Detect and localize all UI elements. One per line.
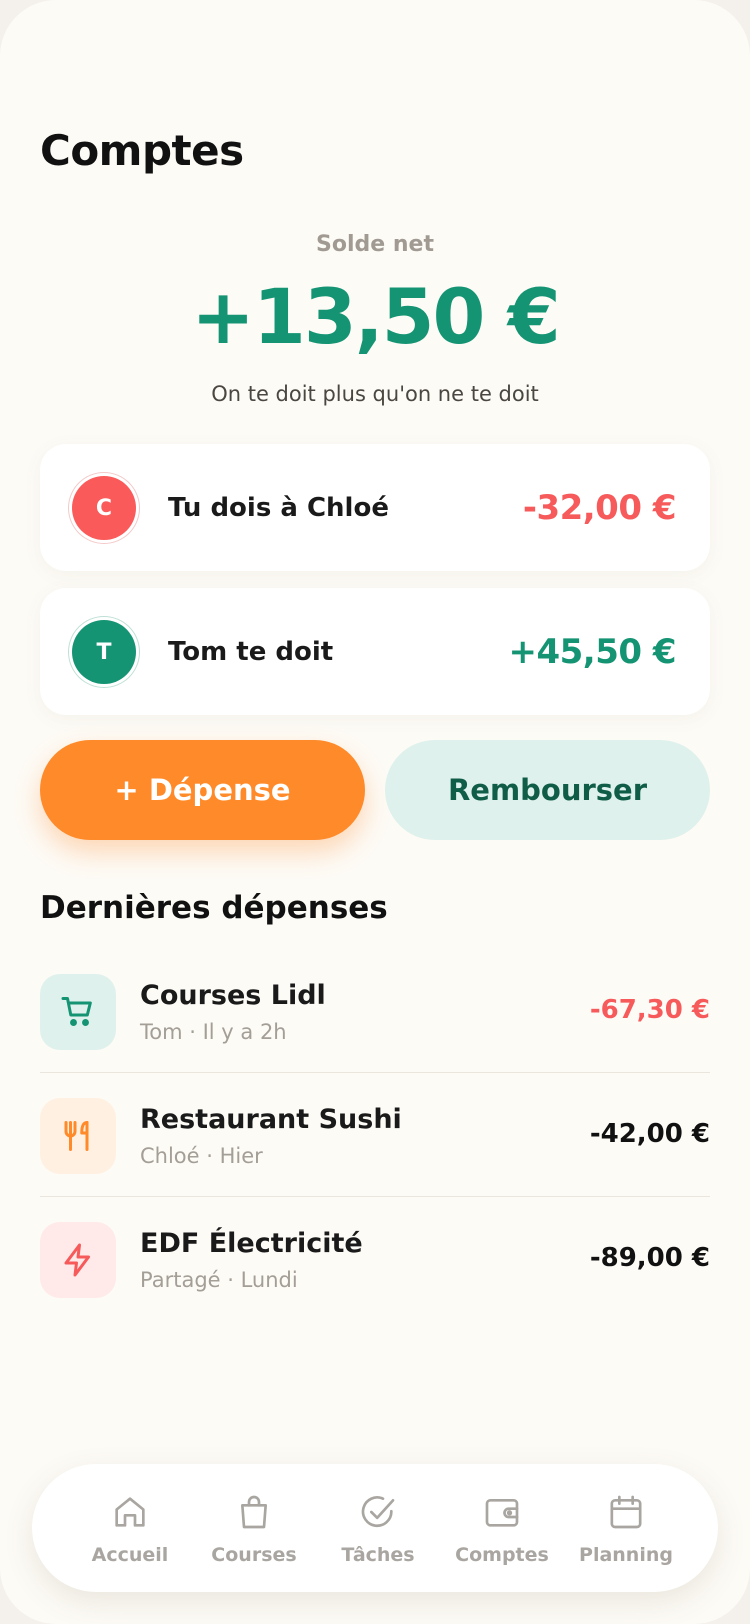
fork-knife-icon [40, 1098, 116, 1174]
bolt-icon [40, 1222, 116, 1298]
expense-amount: -42,00 € [589, 1119, 710, 1149]
recent-expenses-title: Dernières dépenses [40, 890, 388, 926]
cart-icon [40, 974, 116, 1050]
expense-amount: -67,30 € [589, 995, 710, 1025]
expense-meta: Tom · Il y a 2h [140, 1020, 287, 1044]
expense-meta: Partagé · Lundi [140, 1268, 298, 1292]
balance-amount: +13,50 € [191, 272, 560, 361]
tab-label: Courses [211, 1544, 297, 1566]
avatar: T [72, 620, 136, 684]
debt-card-tom[interactable]: T Tom te doit +45,50 € [40, 588, 710, 715]
tab-comptes[interactable]: Comptes [440, 1464, 564, 1592]
add-expense-button[interactable]: + Dépense [40, 740, 365, 840]
debt-card-chloe[interactable]: C Tu dois à Chloé -32,00 € [40, 444, 710, 571]
tab-accueil[interactable]: Accueil [68, 1464, 192, 1592]
tab-label: Comptes [455, 1544, 549, 1566]
shopping-bag-icon [241, 1495, 267, 1529]
expense-name: Courses Lidl [140, 980, 326, 1011]
tab-label: Accueil [91, 1544, 169, 1566]
home-icon [115, 1497, 145, 1527]
tab-label: Planning [579, 1544, 673, 1566]
bottom-tab-bar: Accueil Courses Tâches Comptes Planning [32, 1464, 718, 1592]
tab-taches[interactable]: Tâches [316, 1464, 440, 1592]
check-circle-icon [361, 1496, 395, 1528]
tab-label: Tâches [341, 1544, 415, 1566]
balance-label: Solde net [316, 232, 434, 257]
calendar-icon [610, 1495, 642, 1529]
debt-amount: +45,50 € [508, 631, 676, 672]
avatar: C [72, 476, 136, 540]
comptes-screen: Comptes Solde net +13,50 € On te doit pl… [0, 0, 750, 1624]
balance-caption: On te doit plus qu'on ne te doit [211, 382, 539, 406]
debt-label: Tom te doit [168, 636, 334, 667]
list-item[interactable]: Restaurant Sushi Chloé · Hier -42,00 € [40, 1072, 710, 1196]
expense-name: EDF Électricité [140, 1228, 363, 1259]
page-title: Comptes [40, 126, 244, 175]
expense-meta: Chloé · Hier [140, 1144, 263, 1168]
debt-amount: -32,00 € [522, 487, 677, 528]
tab-planning[interactable]: Planning [564, 1464, 688, 1592]
debt-label: Tu dois à Chloé [168, 492, 389, 523]
wallet-icon [485, 1499, 519, 1527]
repay-button[interactable]: Rembourser [385, 740, 710, 840]
list-item[interactable]: EDF Électricité Partagé · Lundi -89,00 € [40, 1196, 710, 1320]
expense-name: Restaurant Sushi [140, 1104, 402, 1135]
list-item[interactable]: Courses Lidl Tom · Il y a 2h -67,30 € [40, 948, 710, 1072]
expense-amount: -89,00 € [589, 1243, 710, 1273]
tab-courses[interactable]: Courses [192, 1464, 316, 1592]
